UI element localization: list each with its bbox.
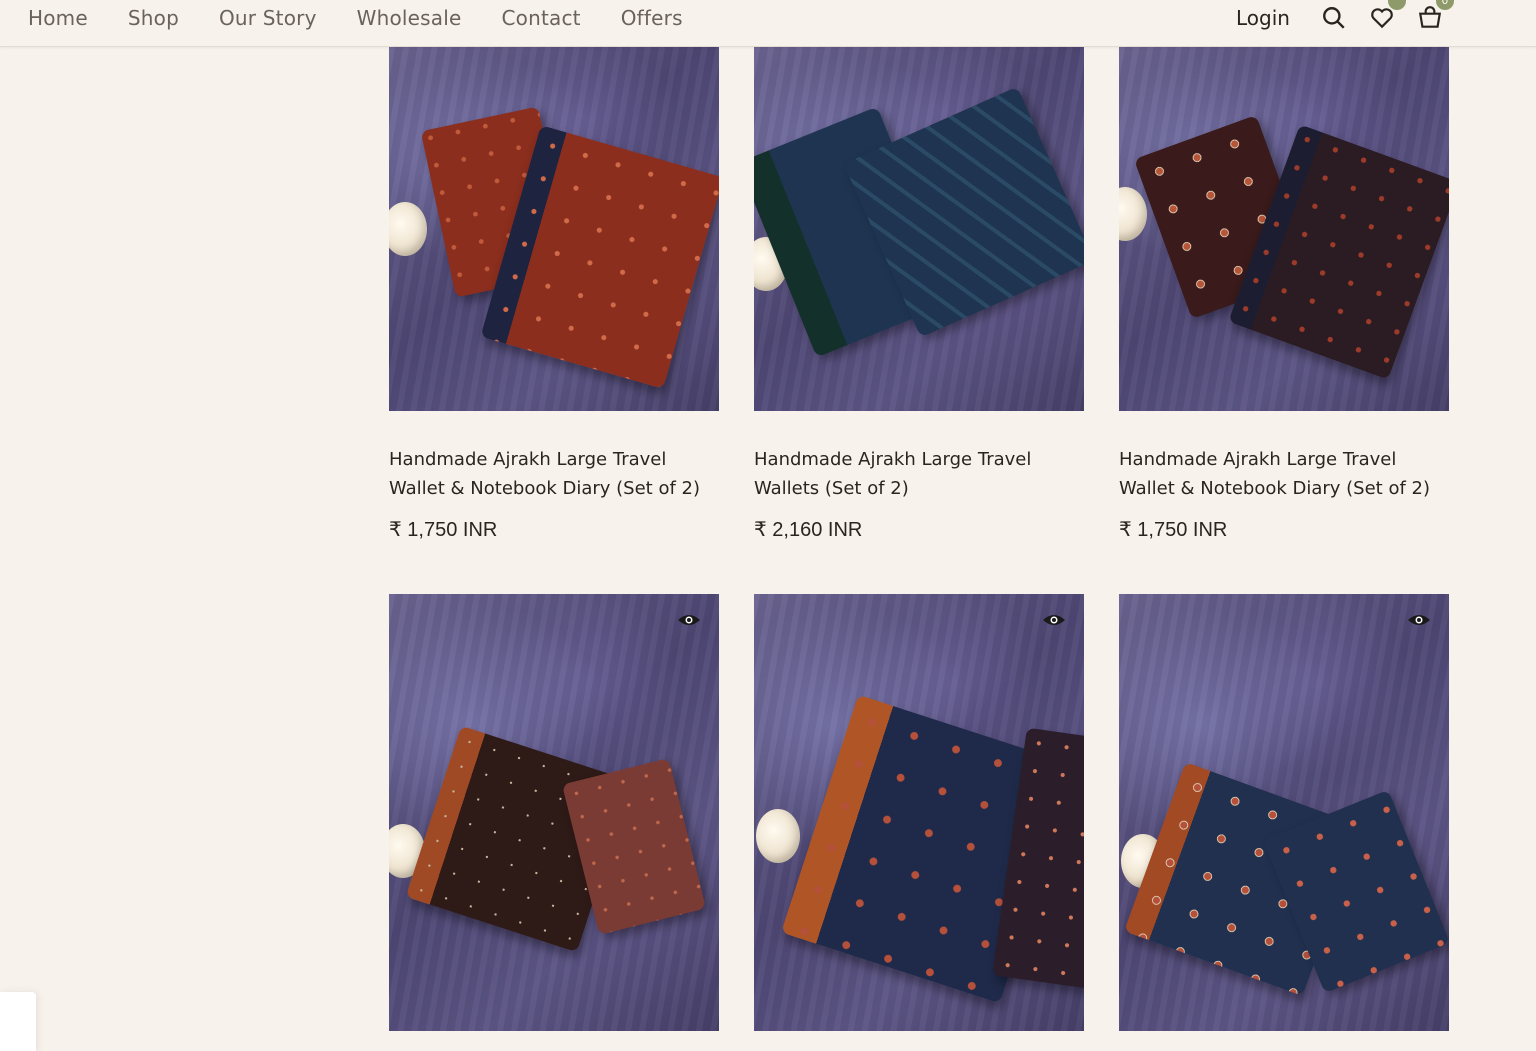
nav-our-story[interactable]: Our Story xyxy=(219,6,317,30)
product-title[interactable]: Handmade Ajrakh Large Travel Wallets (Se… xyxy=(754,445,1084,503)
product-title[interactable]: Handmade Ajrakh Large Travel Wallet & No… xyxy=(389,445,719,503)
nav-shop[interactable]: Shop xyxy=(128,6,179,30)
eye-icon[interactable] xyxy=(1407,612,1431,628)
cart-icon[interactable]: 0 xyxy=(1416,0,1454,32)
product-image[interactable] xyxy=(1119,47,1449,411)
product-price: ₹ 1,750 INR xyxy=(389,519,498,541)
product-image[interactable] xyxy=(754,594,1084,1031)
product-title[interactable]: Handmade Ajrakh Large Travel Wallet & No… xyxy=(1119,445,1449,503)
product-price: ₹ 1,750 INR xyxy=(1119,519,1228,541)
product-image[interactable] xyxy=(754,47,1084,411)
site-header: Home Shop Our Story Wholesale Contact Of… xyxy=(0,0,1536,47)
search-icon[interactable] xyxy=(1320,4,1348,32)
nav-offers[interactable]: Offers xyxy=(621,6,683,30)
product-image[interactable] xyxy=(389,594,719,1031)
product-price: ₹ 2,160 INR xyxy=(754,519,863,541)
eye-icon[interactable] xyxy=(1042,612,1066,628)
nav-home[interactable]: Home xyxy=(28,6,88,30)
rose-decoration xyxy=(1119,187,1147,241)
header-actions: Login 0 xyxy=(1236,0,1464,36)
rose-decoration xyxy=(756,809,800,863)
nav-contact[interactable]: Contact xyxy=(502,6,581,30)
product-image[interactable] xyxy=(389,47,719,411)
eye-icon[interactable] xyxy=(677,612,701,628)
rose-decoration xyxy=(389,202,427,256)
heart-icon[interactable] xyxy=(1368,0,1406,32)
nav-wholesale[interactable]: Wholesale xyxy=(357,6,462,30)
login-link[interactable]: Login xyxy=(1236,6,1290,30)
chat-widget[interactable] xyxy=(0,992,36,1051)
product-image[interactable] xyxy=(1119,594,1449,1031)
main-nav: Home Shop Our Story Wholesale Contact Of… xyxy=(28,0,723,36)
